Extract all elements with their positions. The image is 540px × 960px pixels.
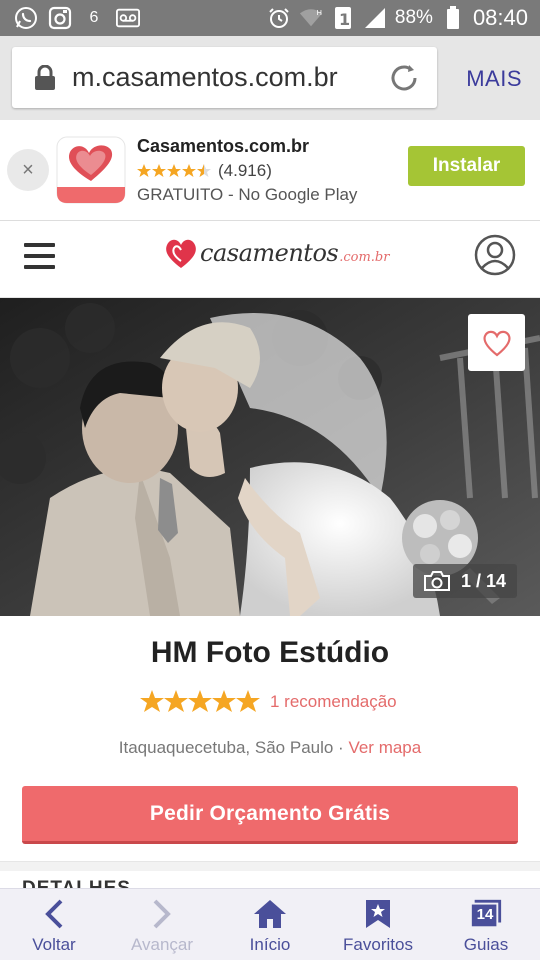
vendor-rating: 1 recomendação	[140, 690, 397, 714]
address-bar[interactable]: m.casamentos.com.br	[12, 47, 437, 108]
vendor-name: HM Foto Estúdio	[150, 636, 390, 669]
site-header: casamentos .com.br	[0, 222, 540, 298]
chevron-right-icon	[145, 898, 179, 930]
more-menu-button[interactable]: MAIS	[466, 66, 522, 92]
nav-forward-label: Avançar	[130, 935, 194, 954]
favorite-button[interactable]	[468, 314, 525, 371]
nav-favorites-label: Favoritos	[343, 935, 413, 954]
bookmark-star-icon	[361, 898, 395, 930]
app-install-banner: × Casamentos.com.br (4.916) GRATUITO - N…	[0, 120, 540, 221]
nav-home[interactable]: Início	[216, 889, 324, 960]
star-icon	[164, 690, 188, 712]
alarm-icon	[267, 6, 291, 30]
nav-back-label: Voltar	[32, 935, 76, 954]
chevron-left-icon	[37, 898, 71, 930]
svg-text:H: H	[316, 8, 322, 17]
sim-icon: 1	[331, 6, 355, 30]
heart-outline-icon	[482, 330, 511, 356]
photo-counter[interactable]: 1 / 14	[413, 564, 517, 598]
nav-favorites[interactable]: Favoritos	[324, 889, 432, 960]
signal-icon	[363, 6, 387, 30]
vendor-photo[interactable]: 1 / 14	[0, 298, 540, 616]
install-button[interactable]: Instalar	[408, 146, 525, 186]
guides-badge: 14	[476, 906, 494, 923]
app-logo-icon	[56, 135, 126, 205]
nav-guides-label: Guias	[463, 935, 509, 954]
network-icon: 6	[89, 9, 99, 26]
app-rating-count: (4.916)	[218, 161, 272, 180]
camera-icon	[424, 571, 450, 591]
app-subtitle: GRATUITO - No Google Play	[137, 185, 358, 204]
user-account-icon[interactable]	[474, 234, 516, 276]
nav-forward[interactable]: Avançar	[108, 889, 216, 960]
home-icon	[253, 898, 287, 930]
rating-stars	[140, 690, 260, 714]
whatsapp-icon	[14, 6, 38, 30]
clock: 08:40	[472, 5, 528, 30]
site-logo[interactable]: casamentos .com.br	[164, 237, 389, 269]
heart-logo-icon	[166, 239, 196, 268]
view-map-link[interactable]: Ver mapa	[348, 738, 421, 757]
battery-icon	[441, 6, 465, 30]
app-rating-stars	[137, 164, 211, 177]
wifi-icon: H	[299, 6, 323, 30]
bottom-navigation: Voltar Avançar Início Favoritos 14 Guias	[0, 888, 540, 960]
nav-back[interactable]: Voltar	[0, 889, 108, 960]
reload-icon[interactable]	[387, 61, 421, 95]
star-icon	[140, 690, 164, 712]
star-icon	[212, 690, 236, 712]
site-logo-suffix: .com.br	[339, 249, 390, 265]
instagram-icon	[48, 6, 72, 30]
app-rating: (4.916)	[137, 161, 272, 181]
guides-icon: 14	[469, 898, 503, 930]
nav-guides[interactable]: 14 Guias	[432, 889, 540, 960]
app-title: Casamentos.com.br	[137, 136, 310, 156]
site-logo-text: casamentos	[200, 239, 339, 267]
svg-text:1: 1	[339, 10, 350, 29]
lock-icon	[34, 64, 56, 91]
location-text: Itaquaquecetuba, São Paulo ·	[118, 738, 349, 757]
voicemail-icon	[116, 6, 140, 30]
vendor-location: Itaquaquecetuba, São Paulo · Ver mapa	[0, 738, 540, 758]
star-icon	[236, 690, 260, 712]
photo-counter-text: 1 / 14	[461, 570, 507, 591]
star-icon	[188, 690, 212, 712]
battery-text: 88%	[394, 7, 433, 28]
recommendations-link[interactable]: 1 recomendação	[270, 692, 397, 712]
request-quote-button[interactable]: Pedir Orçamento Grátis	[22, 786, 518, 844]
menu-icon[interactable]	[24, 243, 55, 269]
status-bar: 6 H 1 88% 08:40	[0, 0, 540, 36]
close-banner-button[interactable]: ×	[7, 149, 49, 191]
section-divider	[0, 861, 540, 871]
url-text: m.casamentos.com.br	[72, 62, 338, 92]
nav-home-label: Início	[249, 935, 291, 954]
browser-toolbar: m.casamentos.com.br MAIS	[0, 36, 540, 120]
